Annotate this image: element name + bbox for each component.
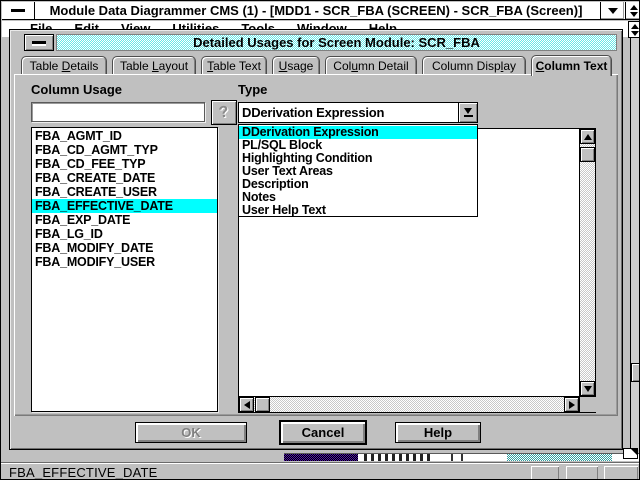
- list-item[interactable]: FBA_AGMT_ID: [32, 129, 217, 143]
- mdi-scrollbar-thumb[interactable]: [631, 363, 640, 382]
- cancel-button[interactable]: Cancel: [279, 420, 367, 445]
- status-text: FBA_EFFECTIVE_DATE: [9, 465, 158, 480]
- up-arrow-icon: [584, 134, 592, 140]
- column-usage-label: Column Usage: [31, 82, 122, 97]
- dropdown-arrow-bar: [464, 115, 473, 117]
- dialog-title: Detailed Usages for Screen Module: SCR_F…: [57, 35, 616, 50]
- restore-up-icon: [630, 5, 638, 10]
- mdi-restore-button[interactable]: [628, 21, 640, 38]
- type-label: Type: [238, 82, 267, 97]
- list-item[interactable]: FBA_LG_ID: [32, 227, 217, 241]
- scrollbar-corner: [579, 396, 596, 412]
- tab-column-display[interactable]: Column Display: [422, 56, 526, 74]
- background-text-marks: [364, 454, 432, 461]
- scroll-right-button[interactable]: [564, 397, 579, 412]
- type-select[interactable]: DDerivation Expression: [238, 102, 478, 123]
- list-item[interactable]: FBA_CREATE_USER: [32, 185, 217, 199]
- background-tick: [461, 454, 463, 461]
- tab-bar: Table Details Table Layout Table Text Usage…: [21, 55, 612, 76]
- vertical-scroll-thumb[interactable]: [580, 147, 595, 162]
- background-window-sliver: [1, 450, 640, 462]
- scroll-left-button[interactable]: [239, 397, 254, 412]
- left-arrow-icon: [244, 401, 250, 409]
- background-teal-segment: [507, 454, 612, 461]
- vertical-scrollbar[interactable]: [579, 129, 595, 396]
- list-of-values-button[interactable]: ?: [211, 100, 237, 125]
- column-usage-input[interactable]: [31, 102, 205, 122]
- detailed-usages-dialog: Detailed Usages for Screen Module: SCR_F…: [9, 29, 623, 450]
- background-tick: [451, 454, 453, 461]
- status-cell: [566, 466, 598, 480]
- tab-table-details[interactable]: Table Details: [21, 56, 107, 74]
- question-mark-icon: ?: [218, 103, 230, 122]
- tab-table-layout[interactable]: Table Layout: [112, 56, 196, 74]
- page-corner-icon: [623, 448, 638, 459]
- type-selected-value: DDerivation Expression: [242, 103, 456, 122]
- right-arrow-icon: [569, 401, 575, 409]
- system-menu-icon: [11, 9, 25, 12]
- dialog-titlebar[interactable]: Detailed Usages for Screen Module: SCR_F…: [56, 34, 617, 51]
- dialog-system-menu-icon: [32, 41, 46, 44]
- horizontal-scrollbar[interactable]: [239, 396, 579, 412]
- scroll-down-button[interactable]: [580, 381, 595, 396]
- mdi-vertical-scrollbar[interactable]: [631, 38, 640, 450]
- list-item[interactable]: FBA_CREATE_DATE: [32, 171, 217, 185]
- tab-panel: Column Usage ? FBA_AGMT_IDFBA_CD_AGMT_TY…: [14, 74, 618, 416]
- list-item[interactable]: FBA_MODIFY_USER: [32, 255, 217, 269]
- list-item[interactable]: FBA_EFFECTIVE_DATE: [32, 199, 217, 213]
- tab-table-text[interactable]: Table Text: [201, 56, 267, 74]
- tab-usage[interactable]: Usage: [272, 56, 320, 74]
- background-window-strip: [284, 453, 639, 461]
- status-cell: [531, 466, 559, 480]
- help-button[interactable]: Help: [395, 422, 481, 443]
- statusbar: FBA_EFFECTIVE_DATE: [1, 462, 640, 480]
- dropdown-option[interactable]: User Help Text: [239, 204, 477, 217]
- minimize-icon: [608, 8, 618, 14]
- column-usage-list[interactable]: FBA_AGMT_IDFBA_CD_AGMT_TYPFBA_CD_FEE_TYP…: [31, 127, 218, 412]
- background-purple-segment: [284, 454, 358, 461]
- system-menu-button[interactable]: [2, 2, 35, 19]
- horizontal-scroll-thumb[interactable]: [255, 397, 270, 412]
- status-cell: [604, 466, 638, 480]
- list-item[interactable]: FBA_EXP_DATE: [32, 213, 217, 227]
- main-titlebar[interactable]: Module Data Diagrammer CMS (1) - [MDD1 -…: [2, 2, 640, 20]
- minimize-button[interactable]: [600, 2, 624, 19]
- down-arrow-icon: [584, 386, 592, 392]
- dialog-system-menu-button[interactable]: [24, 34, 54, 51]
- ok-button[interactable]: OK: [135, 422, 247, 443]
- window-title: Module Data Diagrammer CMS (1) - [MDD1 -…: [38, 2, 594, 19]
- type-dropdown-button[interactable]: [458, 103, 477, 122]
- tab-column-detail[interactable]: Column Detail: [325, 56, 417, 74]
- list-item[interactable]: FBA_CD_AGMT_TYP: [32, 143, 217, 157]
- dropdown-arrow-icon: [464, 108, 472, 114]
- list-item[interactable]: FBA_MODIFY_DATE: [32, 241, 217, 255]
- mdi-restore-down-icon: [631, 31, 639, 36]
- application-window: Module Data Diagrammer CMS (1) - [MDD1 -…: [0, 0, 640, 480]
- restore-button[interactable]: [625, 2, 640, 19]
- type-dropdown-list[interactable]: DDerivation ExpressionPL/SQL BlockHighli…: [238, 124, 478, 217]
- scroll-up-button[interactable]: [580, 129, 595, 144]
- list-item[interactable]: FBA_CD_FEE_TYP: [32, 157, 217, 171]
- mdi-restore-up-icon: [631, 24, 639, 29]
- tab-column-text[interactable]: Column Text: [531, 55, 612, 76]
- restore-down-icon: [630, 12, 638, 17]
